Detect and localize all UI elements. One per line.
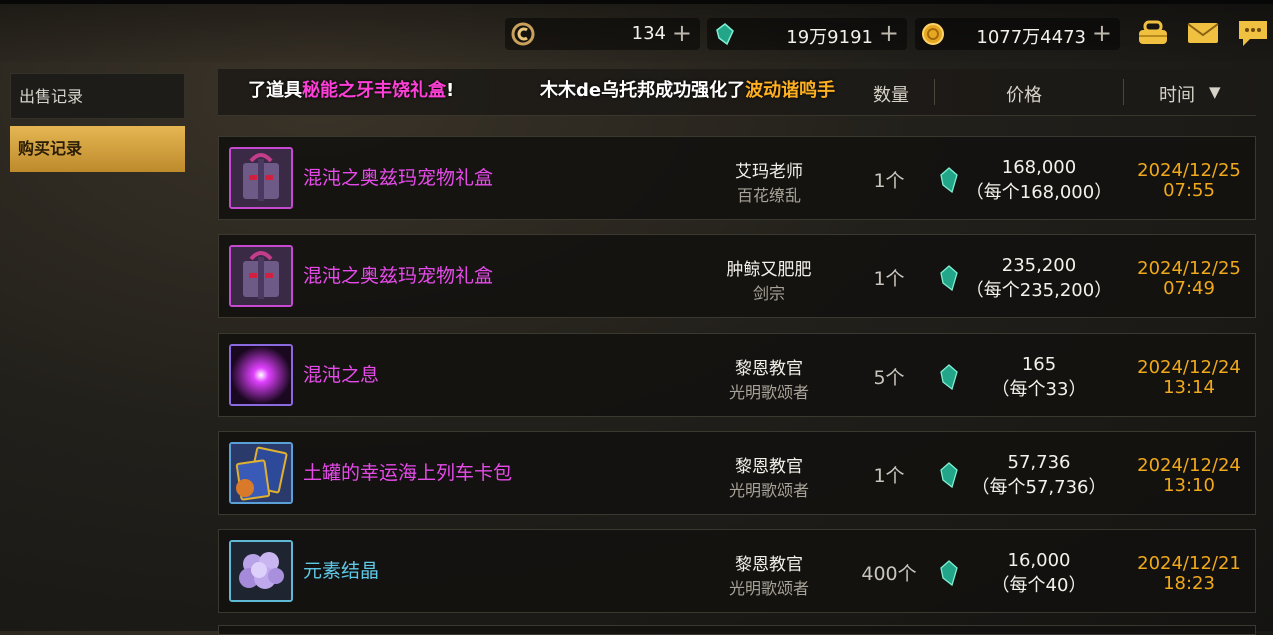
tab-buy-records[interactable]: 购买记录 — [10, 126, 185, 172]
date: 2024/12/25 — [1137, 160, 1241, 181]
header-price: 价格 — [1006, 85, 1042, 106]
time: 13:14 — [1163, 377, 1215, 398]
chaos-breath-icon — [229, 344, 293, 406]
quantity: 5个 — [873, 367, 905, 389]
table-row[interactable] — [218, 625, 1256, 635]
ticker-item: 波动谐鸣手 — [745, 80, 836, 101]
gem-icon — [716, 23, 734, 46]
header-divider — [1123, 79, 1124, 105]
seller-name: 黎恩教官 — [735, 359, 803, 379]
mail-icon[interactable] — [1186, 18, 1220, 48]
add-gold-button[interactable]: + — [1092, 19, 1112, 47]
unit-price: （每个235,200） — [965, 280, 1113, 301]
quantity: 1个 — [873, 170, 905, 192]
date: 2024/12/25 — [1137, 258, 1241, 279]
add-gem-button[interactable]: + — [879, 19, 899, 47]
seller-class: 光明歌颂者 — [728, 579, 809, 598]
coin-amount: 134 — [631, 23, 666, 44]
announcement-ticker: 木木de乌托邦成功强化了波动谐鸣手 — [540, 76, 835, 102]
seller-class: 光明歌颂者 — [728, 481, 809, 500]
tab-sell-records[interactable]: 出售记录 — [10, 73, 185, 119]
date: 2024/12/21 — [1137, 553, 1241, 574]
total-price: 57,736 — [1007, 452, 1071, 473]
top-bar: 134 + 19万9191 + 1077万4473 + — [0, 0, 1273, 62]
pet-gift-box-icon — [229, 147, 293, 209]
seller-class: 剑宗 — [752, 284, 785, 303]
gem-amount: 19万9191 — [786, 27, 873, 48]
purchase-time: 2024/12/24 13:10 — [1119, 456, 1259, 496]
ticker-text: 木木de乌托邦成功强化了 — [540, 80, 746, 101]
purchase-time: 2024/12/25 07:49 — [1119, 259, 1259, 299]
purchase-time: 2024/12/25 07:55 — [1119, 161, 1259, 201]
ticker-text: ! — [446, 80, 455, 101]
table-row[interactable]: 混沌之奥兹玛宠物礼盒 艾玛老师 百花缭乱 1个 168,000 （每个168,0… — [218, 136, 1256, 220]
currency-gold: 1077万4473 + — [915, 18, 1120, 50]
seller-class: 百花缭乱 — [736, 186, 801, 205]
chest-icon[interactable] — [1136, 18, 1170, 48]
total-price: 16,000 — [1007, 550, 1071, 571]
table-row[interactable]: 土罐的幸运海上列车卡包 黎恩教官 光明歌颂者 1个 57,736 （每个57,7… — [218, 431, 1256, 515]
pet-gift-box-icon — [229, 245, 293, 307]
unit-price: （每个57,736） — [971, 477, 1107, 498]
gold-coin-icon — [922, 23, 944, 45]
date: 2024/12/24 — [1137, 455, 1241, 476]
item-name: 土罐的幸运海上列车卡包 — [303, 462, 513, 484]
unit-price: （每个33） — [991, 379, 1087, 400]
purchase-time: 2024/12/24 13:14 — [1119, 358, 1259, 398]
coin-c-icon — [511, 22, 535, 46]
time: 13:10 — [1163, 475, 1215, 496]
time: 18:23 — [1163, 573, 1215, 594]
time: 07:49 — [1163, 278, 1215, 299]
announcement-ticker: 了道具秘能之牙丰饶礼盒! — [248, 76, 454, 102]
ticker-text: 了道具 — [248, 80, 302, 101]
quantity: 1个 — [873, 465, 905, 487]
total-price: 235,200 — [1001, 255, 1077, 276]
table-row[interactable]: 混沌之息 黎恩教官 光明歌颂者 5个 165 （每个33） 2024/12/24… — [218, 333, 1256, 417]
total-price: 168,000 — [1001, 157, 1077, 178]
item-name: 混沌之息 — [303, 364, 380, 386]
seller-name: 黎恩教官 — [735, 555, 803, 575]
element-crystal-icon — [229, 540, 293, 602]
header-qty: 数量 — [873, 85, 909, 106]
seller-class: 光明歌颂者 — [728, 383, 809, 402]
total-price: 165 — [1021, 354, 1057, 375]
quantity: 400个 — [861, 563, 917, 585]
item-name: 元素结晶 — [303, 560, 380, 582]
table-row[interactable]: 元素结晶 黎恩教官 光明歌颂者 400个 16,000 （每个40） 2024/… — [218, 529, 1256, 613]
header-divider — [934, 79, 935, 105]
item-name: 混沌之奥兹玛宠物礼盒 — [303, 167, 494, 189]
purchase-time: 2024/12/21 18:23 — [1119, 554, 1259, 594]
currency-gem: 19万9191 + — [707, 18, 907, 50]
time: 07:55 — [1163, 180, 1215, 201]
quantity: 1个 — [873, 268, 905, 290]
sort-down-icon[interactable]: ▼ — [1209, 83, 1221, 101]
add-coin-button[interactable]: + — [672, 19, 692, 47]
date: 2024/12/24 — [1137, 357, 1241, 378]
card-pack-icon — [229, 442, 293, 504]
seller-name: 黎恩教官 — [735, 457, 803, 477]
currency-coin: 134 + — [505, 18, 700, 50]
unit-price: （每个40） — [991, 575, 1087, 596]
table-row[interactable]: 混沌之奥兹玛宠物礼盒 肿鲸又肥肥 剑宗 1个 235,200 （每个235,20… — [218, 234, 1256, 318]
seller-name: 肿鲸又肥肥 — [726, 260, 812, 280]
unit-price: （每个168,000） — [965, 182, 1113, 203]
chat-icon[interactable] — [1236, 18, 1270, 48]
item-name: 混沌之奥兹玛宠物礼盒 — [303, 265, 494, 287]
gold-amount: 1077万4473 — [976, 27, 1086, 48]
header-time[interactable]: 时间 — [1159, 81, 1195, 107]
seller-name: 艾玛老师 — [735, 162, 803, 182]
ticker-item: 秘能之牙丰饶礼盒 — [302, 80, 446, 101]
